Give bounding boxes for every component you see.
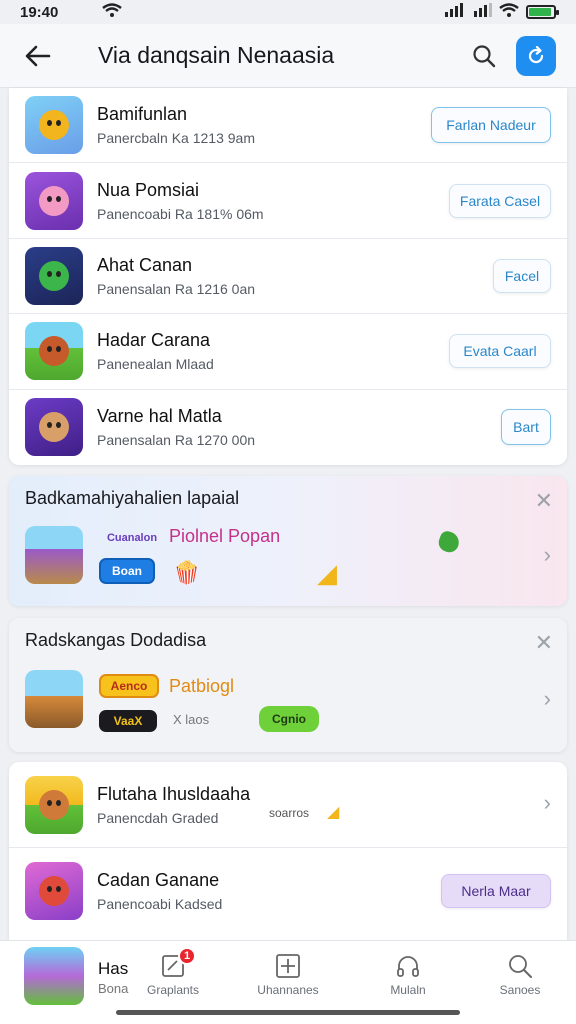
app-title: Ahat Canan [97, 254, 193, 275]
app-title: Flutaha Ihusldaaha [97, 783, 251, 804]
promo-highlight: Patbiogl [169, 676, 235, 696]
app-title: Hadar Carana [97, 330, 211, 351]
nav-label: Sanoes [499, 983, 541, 997]
wifi-icon [499, 3, 519, 21]
app-action-button[interactable]: Farata Casel [449, 183, 551, 218]
close-icon[interactable]: ✕ [535, 488, 553, 514]
promo-green-button[interactable]: Cgnio [259, 706, 319, 732]
app-icon [25, 322, 83, 381]
refresh-icon [528, 45, 544, 63]
app-subtitle: Panercbaln Ka 1213 9am [97, 130, 255, 147]
headphones-icon [397, 956, 419, 977]
popcorn-icon: 🍿 [173, 560, 201, 585]
refresh-button[interactable] [516, 35, 556, 76]
horn-icon: ◢ [327, 804, 340, 821]
nav-app-icon[interactable] [24, 947, 84, 1005]
app-subtitle: Panensalan Ra 1270 00n [97, 432, 256, 449]
clock: 19:40 [20, 3, 59, 21]
horn-icon: ◢ [317, 558, 337, 588]
app-title: Nua Pomsiai [97, 179, 200, 200]
promo-highlight: Piolnel Popan [169, 526, 281, 546]
nav-item-graplants[interactable]: 1 Graplants [128, 947, 218, 997]
nav-app-label: Has [98, 959, 129, 978]
nav-item-uhannanes[interactable]: Uhannanes [243, 953, 333, 997]
app-title: Bamifunlan [97, 104, 188, 125]
app-action-button[interactable]: Bart [501, 409, 551, 446]
promo-small-label: X laos [173, 712, 210, 727]
app-icon [25, 171, 83, 230]
promo-app-icon [25, 670, 83, 728]
promo-title: Badkamahiyahalien lapaial [25, 488, 240, 508]
leaf-icon [436, 529, 462, 555]
wifi-icon [102, 3, 123, 21]
app-subtitle: Panensalan Ra 1216 0an [97, 280, 256, 297]
chevron-right-icon: › [543, 790, 551, 815]
nav-label: Graplants [146, 983, 200, 997]
app-icon [25, 398, 83, 457]
chevron-right-icon: › [543, 686, 551, 711]
app-icon [25, 862, 83, 920]
app-list-card: Flutaha Ihusldaaha Panencdah Graded soar… [9, 762, 567, 952]
nav-label: Uhannanes [257, 983, 319, 997]
app-subtitle: Panenealan Mlaad [97, 356, 214, 373]
app-header: Via danqsain Nenaasia [0, 24, 576, 88]
page-title: Via danqsain Nenaasia [98, 42, 335, 68]
list-item[interactable]: Nua Pomsiai Panencoabi Ra 181% 06m Farat… [9, 163, 567, 239]
promo-tag: Aenco [99, 674, 159, 698]
list-item[interactable]: Cadan Ganane Panencoabi Kadsed Nerla Maa… [9, 848, 567, 934]
chevron-right-icon: › [543, 542, 551, 567]
app-icon [25, 775, 83, 834]
back-button[interactable] [20, 38, 56, 74]
nav-item-mulaln[interactable]: Mulaln [363, 953, 453, 997]
promo-card[interactable]: Badkamahiyahalien lapaial ✕ Cuanalon Pio… [9, 476, 567, 606]
nav-app-sub: Bona [98, 981, 129, 996]
list-item[interactable]: Flutaha Ihusldaaha Panencdah Graded soar… [9, 762, 567, 848]
list-item[interactable]: Ahat Canan Panensalan Ra 1216 0an Facel [9, 239, 567, 315]
promo-title: Radskangas Dodadisa [25, 630, 207, 650]
list-item[interactable]: Bamifunlan Panercbaln Ka 1213 9am Farlan… [9, 88, 567, 164]
nav-item-sanoes[interactable]: Sanoes [475, 953, 565, 997]
search-icon [473, 44, 496, 67]
app-subtitle: Panencoabi Kadsed [97, 896, 223, 912]
search-button[interactable] [466, 38, 502, 74]
app-title: Cadan Ganane [97, 870, 220, 890]
arrow-left-icon [25, 45, 51, 66]
promo-tag: Boan [99, 558, 155, 584]
list-item[interactable]: Varne hal Matla Panensalan Ra 1270 00n B… [9, 390, 567, 465]
home-indicator[interactable] [116, 1010, 460, 1015]
list-item[interactable]: Hadar Carana Panenealan Mlaad Evata Caar… [9, 314, 567, 390]
extra-label: soarros [269, 806, 310, 820]
app-title: Varne hal Matla [97, 406, 222, 427]
app-icon [25, 246, 83, 305]
promo-app-icon [25, 526, 83, 584]
promo-card[interactable]: Radskangas Dodadisa ✕ Aenco Patbiogl Vaa… [9, 618, 567, 752]
app-action-button[interactable]: Facel [493, 258, 551, 293]
battery-icon [526, 5, 559, 19]
app-icon [25, 96, 83, 155]
app-subtitle: Panencdah Graded [97, 809, 219, 826]
close-icon[interactable]: ✕ [535, 630, 553, 656]
search-icon [509, 955, 532, 978]
app-action-button[interactable]: Evata Caarl [449, 334, 551, 369]
status-bar: 19:40 [0, 0, 576, 24]
cellular-icon [474, 3, 492, 21]
notification-badge: 1 [178, 947, 196, 965]
app-list-card: Bamifunlan Panercbaln Ka 1213 9am Farlan… [9, 88, 567, 465]
app-action-button[interactable]: Farlan Nadeur [431, 107, 551, 144]
app-subtitle: Panencoabi Ra 181% 06m [97, 205, 264, 222]
promo-tag: VaaX [99, 710, 157, 732]
signal-icon [445, 3, 467, 21]
app-action-button[interactable]: Nerla Maar [441, 874, 551, 908]
grid-icon [276, 954, 300, 978]
promo-logo: Cuanalon [106, 532, 158, 544]
nav-label: Mulaln [390, 983, 426, 997]
